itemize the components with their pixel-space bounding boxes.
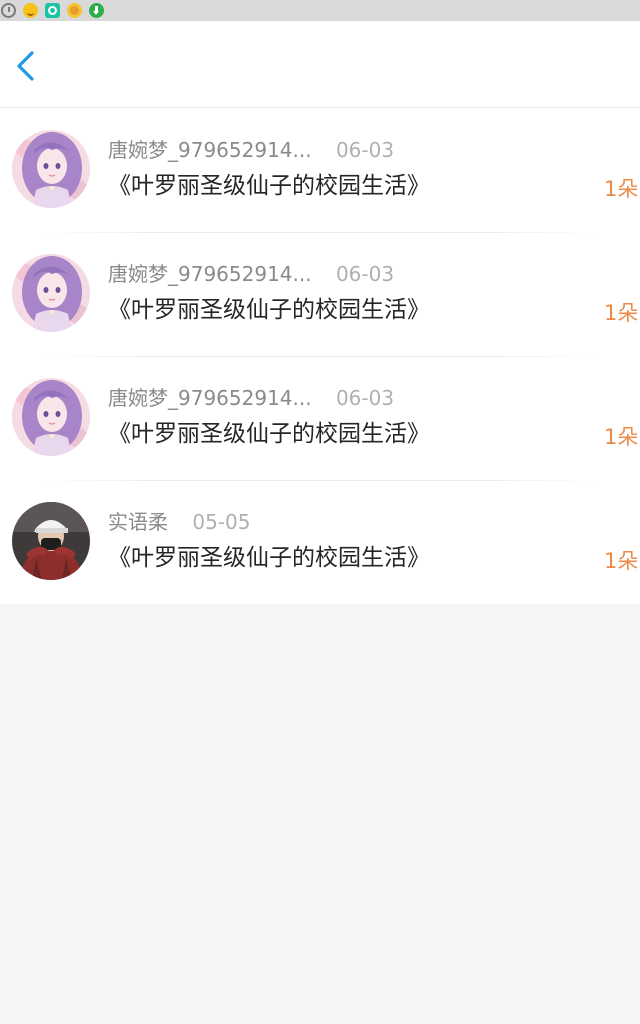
date: 06-03 [335, 386, 395, 410]
list-item[interactable]: 唐婉梦_979652914... 06-03 《叶罗丽圣级仙子的校园生活》 1朵 [0, 356, 640, 480]
app-icon [67, 3, 82, 18]
date: 06-03 [335, 138, 395, 162]
avatar[interactable] [12, 378, 90, 456]
avatar[interactable] [12, 130, 90, 208]
app-icon [45, 3, 60, 18]
date: 05-05 [192, 510, 251, 534]
gift-amount: 1朵 [604, 177, 639, 201]
meta-line: 唐婉梦_979652914... 06-03 [108, 136, 394, 164]
nav-bar [0, 21, 640, 108]
chevron-left-icon [17, 51, 34, 81]
list-item[interactable]: 唐婉梦_979652914... 06-03 《叶罗丽圣级仙子的校园生活》 1朵 [0, 108, 640, 232]
back-button[interactable] [10, 49, 44, 83]
avatar[interactable] [12, 254, 90, 332]
anime-girl-avatar-icon [12, 254, 90, 332]
list-item[interactable]: 实语柔 05-05 《叶罗丽圣级仙子的校园生活》 1朵 [0, 480, 640, 604]
username[interactable]: 唐婉梦_979652914... [108, 260, 312, 288]
date: 06-03 [335, 262, 395, 286]
meta-line: 唐婉梦_979652914... 06-03 [108, 260, 394, 288]
status-bar [0, 0, 640, 21]
avatar[interactable] [12, 502, 90, 580]
book-title[interactable]: 《叶罗丽圣级仙子的校园生活》 [108, 542, 430, 574]
anime-girl-avatar-icon [12, 378, 90, 456]
download-icon [89, 3, 104, 18]
username[interactable]: 唐婉梦_979652914... [108, 384, 312, 412]
screen: 唐婉梦_979652914... 06-03 《叶罗丽圣级仙子的校园生活》 1朵 [0, 0, 640, 1024]
username[interactable]: 实语柔 [108, 508, 168, 536]
list-item[interactable]: 唐婉梦_979652914... 06-03 《叶罗丽圣级仙子的校园生活》 1朵 [0, 232, 640, 356]
emoji-icon [23, 3, 38, 18]
meta-line: 实语柔 05-05 [108, 508, 250, 536]
meta-line: 唐婉梦_979652914... 06-03 [108, 384, 394, 412]
book-title[interactable]: 《叶罗丽圣级仙子的校园生活》 [108, 294, 430, 326]
gift-amount: 1朵 [604, 549, 639, 573]
username[interactable]: 唐婉梦_979652914... [108, 136, 312, 164]
masked-person-avatar-icon [12, 502, 90, 580]
book-title[interactable]: 《叶罗丽圣级仙子的校园生活》 [108, 170, 430, 202]
book-title[interactable]: 《叶罗丽圣级仙子的校园生活》 [108, 418, 430, 450]
alarm-icon [1, 3, 16, 18]
gift-amount: 1朵 [604, 301, 639, 325]
gift-amount: 1朵 [604, 425, 639, 449]
gift-list: 唐婉梦_979652914... 06-03 《叶罗丽圣级仙子的校园生活》 1朵 [0, 108, 640, 604]
anime-girl-avatar-icon [12, 130, 90, 208]
